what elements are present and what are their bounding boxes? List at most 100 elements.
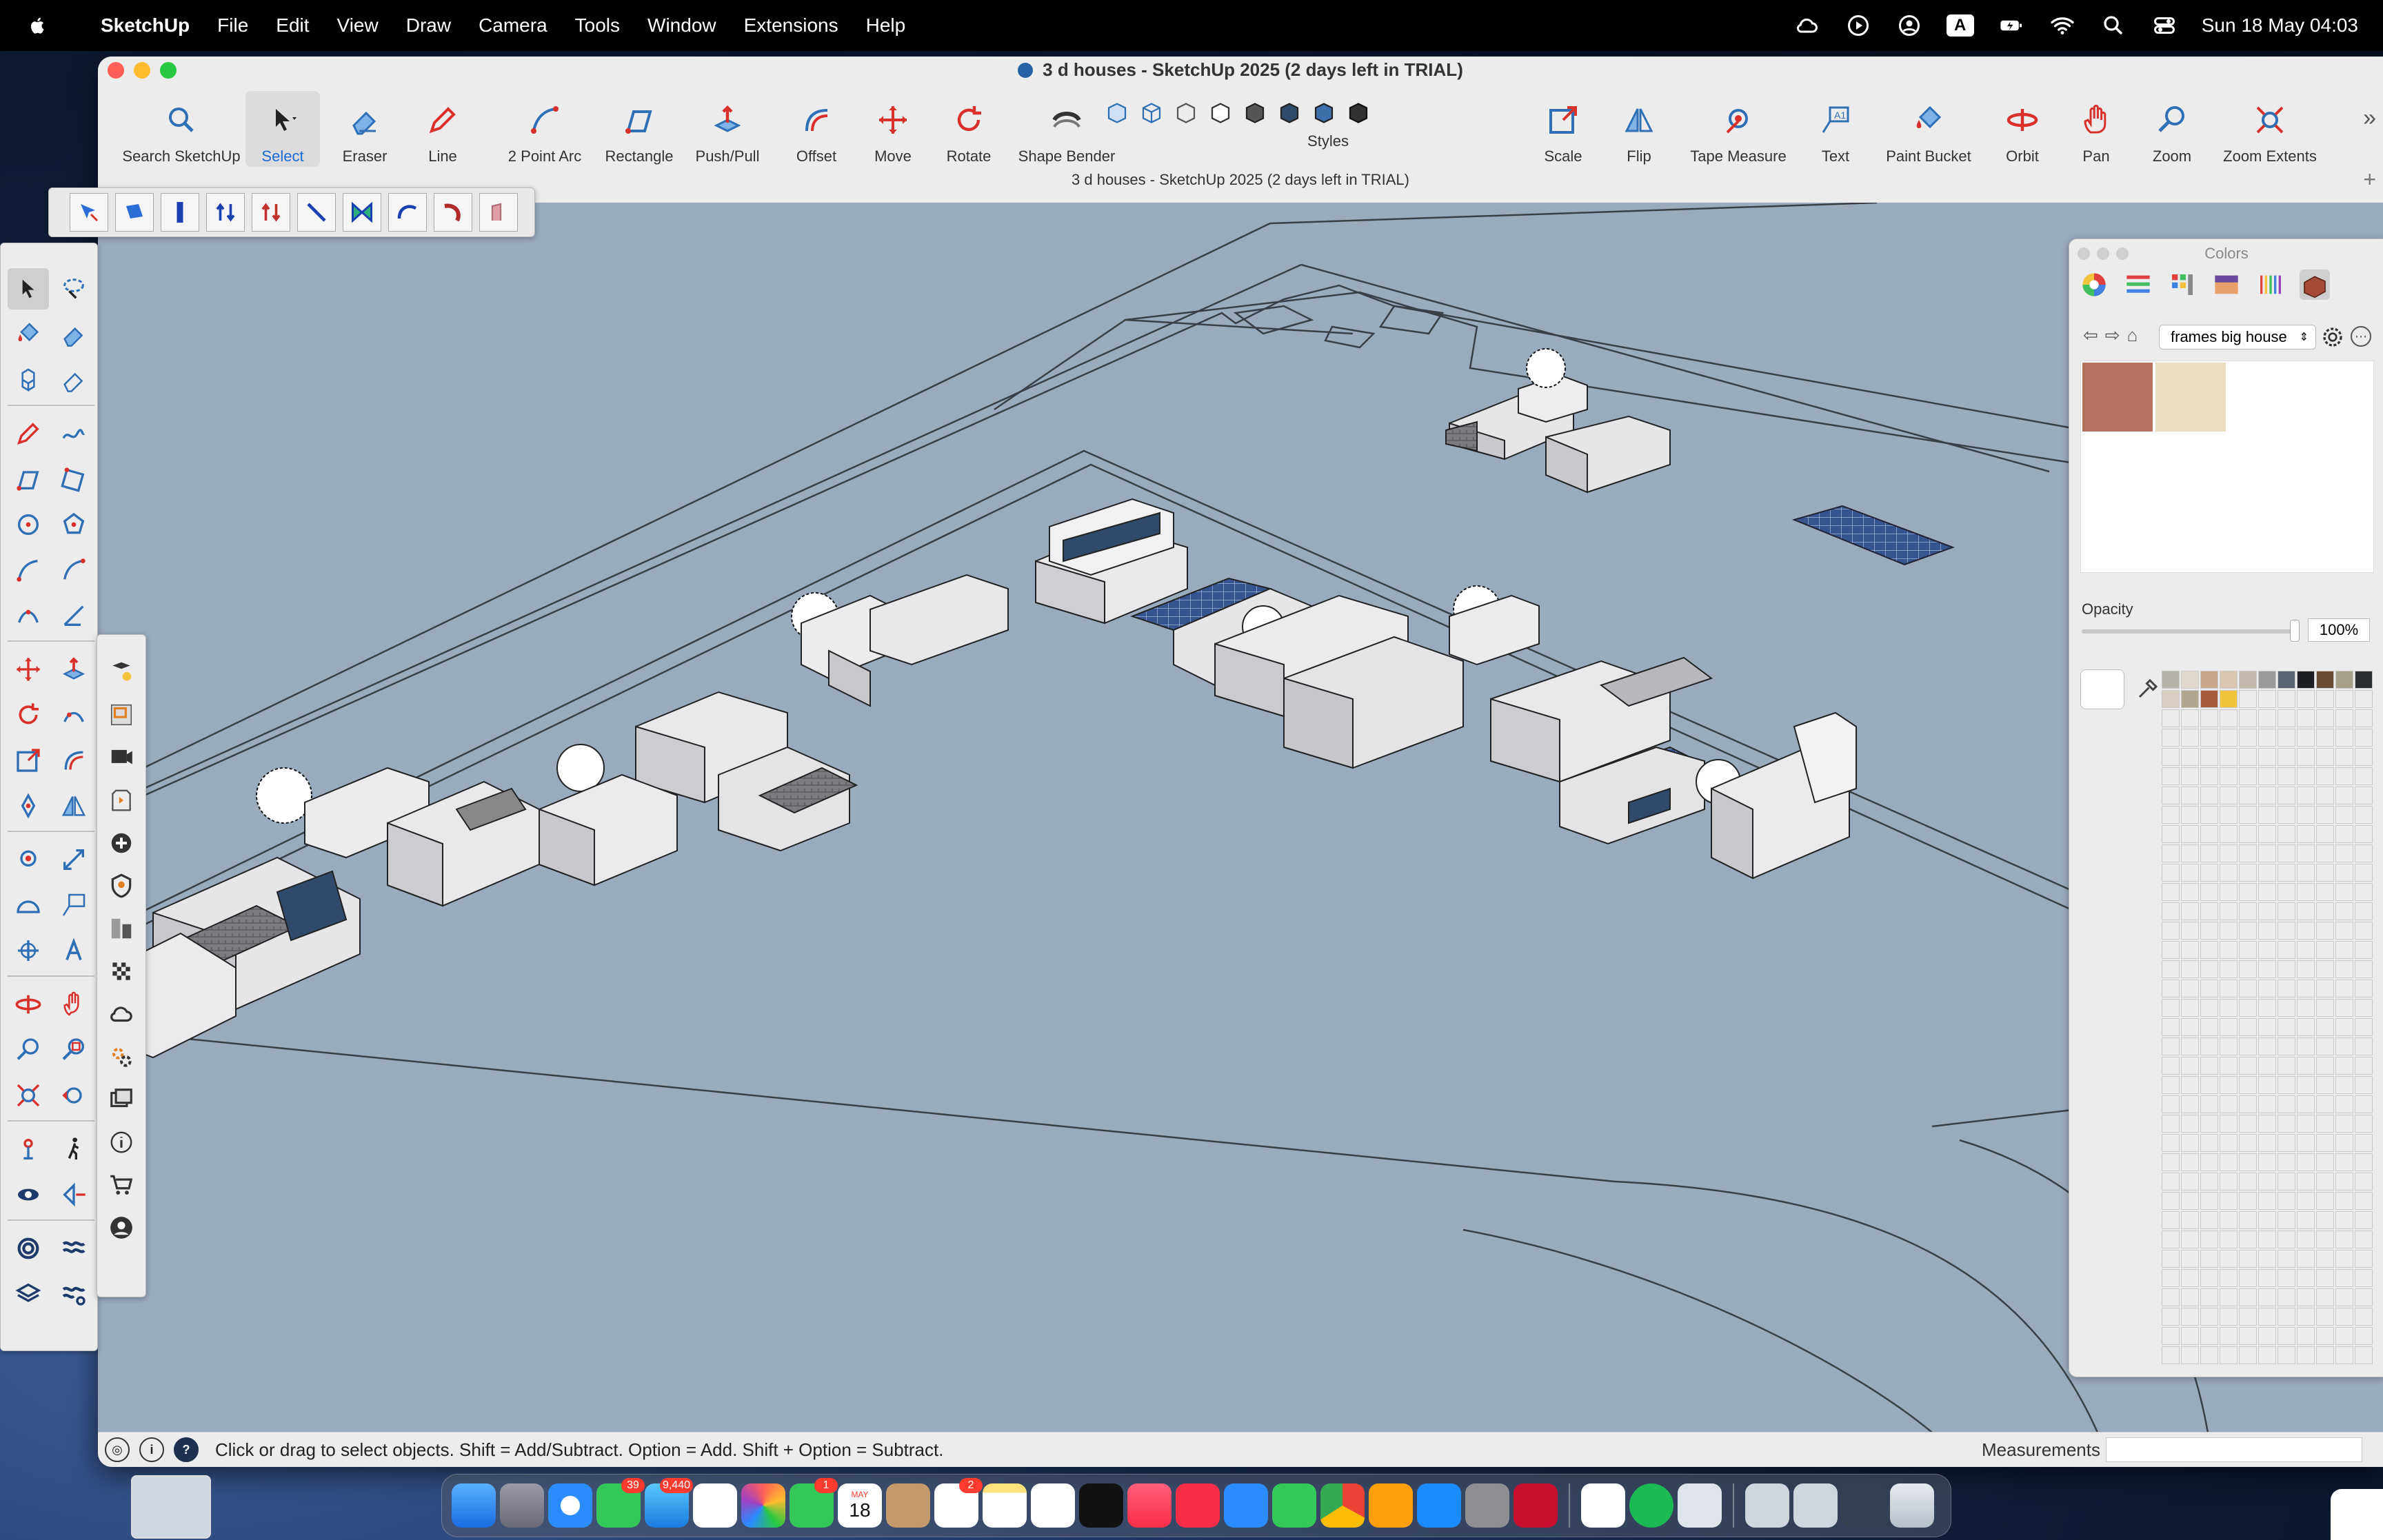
crayon-swatch[interactable]	[2355, 1250, 2373, 1268]
zoom-extents-tool-button[interactable]: Zoom Extents	[2208, 91, 2332, 167]
crayon-swatch[interactable]	[2162, 1269, 2180, 1287]
forward-arrow-icon[interactable]: ⇨	[2105, 325, 2120, 346]
menubar-clock[interactable]: Sun 18 May 04:03	[2202, 14, 2358, 37]
crayon-swatch[interactable]	[2316, 1173, 2334, 1191]
add-extension-icon[interactable]	[105, 827, 138, 860]
crayon-swatch[interactable]	[2181, 787, 2199, 804]
crayon-swatch[interactable]	[2162, 1057, 2180, 1075]
crayon-swatch[interactable]	[2297, 844, 2315, 862]
crayon-swatch[interactable]	[2220, 844, 2238, 862]
eraser-tool-button[interactable]: Eraser	[327, 91, 403, 167]
crayon-swatch[interactable]	[2316, 999, 2334, 1017]
crayon-swatch[interactable]	[2297, 1269, 2315, 1287]
crayon-swatch[interactable]	[2297, 1037, 2315, 1055]
crayon-swatch[interactable]	[2162, 1095, 2180, 1113]
crayon-swatch[interactable]	[2355, 1211, 2373, 1229]
crayon-swatch[interactable]	[2258, 1134, 2276, 1152]
crayon-swatch[interactable]	[2355, 1230, 2373, 1248]
crayon-swatch[interactable]	[2316, 1095, 2334, 1113]
crayon-swatch[interactable]	[2316, 902, 2334, 920]
crayon-swatch[interactable]	[2278, 864, 2295, 882]
crayon-swatch[interactable]	[2297, 1346, 2315, 1364]
crayon-swatch[interactable]	[2181, 729, 2199, 747]
mini-tool-diagonal-icon[interactable]	[297, 193, 336, 232]
crayon-swatch[interactable]	[2162, 922, 2180, 940]
crayon-swatch[interactable]	[2239, 767, 2257, 785]
crayon-swatch[interactable]	[2355, 1115, 2373, 1133]
crayon-swatch[interactable]	[2335, 748, 2353, 766]
crayon-swatch[interactable]	[2220, 941, 2238, 959]
crayon-swatch[interactable]	[2200, 922, 2218, 940]
palette-protractor-icon[interactable]	[8, 884, 49, 926]
apple-menu-icon[interactable]	[28, 14, 65, 37]
crayon-swatch[interactable]	[2220, 825, 2238, 843]
crayon-swatch[interactable]	[2220, 806, 2238, 824]
crayon-swatch[interactable]	[2278, 690, 2295, 708]
crayon-swatch[interactable]	[2278, 1115, 2295, 1133]
crayon-swatch[interactable]	[2162, 1134, 2180, 1152]
crayon-swatch[interactable]	[2297, 1115, 2315, 1133]
crayon-swatch[interactable]	[2316, 960, 2334, 978]
crayon-swatch[interactable]	[2162, 883, 2180, 901]
crayon-swatch[interactable]	[2162, 864, 2180, 882]
crayon-swatch[interactable]	[2278, 980, 2295, 997]
crayon-swatch[interactable]	[2181, 690, 2199, 708]
crayon-swatch[interactable]	[2355, 1153, 2373, 1171]
palette-solar-north-icon[interactable]	[8, 1228, 49, 1269]
crayon-swatch[interactable]	[2181, 999, 2199, 1017]
crayon-swatch[interactable]	[2316, 1327, 2334, 1345]
crayon-swatch[interactable]	[2220, 690, 2238, 708]
crayon-swatch[interactable]	[2278, 922, 2295, 940]
palette-sandbox-icon[interactable]	[53, 1228, 94, 1269]
crayon-swatch[interactable]	[2355, 748, 2373, 766]
crayon-swatch[interactable]	[2355, 1288, 2373, 1306]
crayon-swatch[interactable]	[2181, 806, 2199, 824]
crayon-swatch[interactable]	[2355, 806, 2373, 824]
palette-lasso-icon[interactable]	[53, 268, 94, 310]
crayon-swatch[interactable]	[2200, 1173, 2218, 1191]
crayon-swatch[interactable]	[2162, 1327, 2180, 1345]
crayon-swatch[interactable]	[2181, 941, 2199, 959]
crayon-swatch[interactable]	[2200, 1327, 2218, 1345]
crayon-swatch[interactable]	[2278, 709, 2295, 727]
crayon-swatch[interactable]	[2239, 902, 2257, 920]
crayon-swatch[interactable]	[2316, 1076, 2334, 1094]
crayon-swatch[interactable]	[2297, 941, 2315, 959]
crayon-swatch[interactable]	[2162, 941, 2180, 959]
cloud-sync-icon[interactable]	[1793, 12, 1821, 39]
crayon-swatch[interactable]	[2239, 1308, 2257, 1326]
home-icon[interactable]: ⌂	[2127, 325, 2138, 346]
help-icon[interactable]: ?	[174, 1437, 199, 1462]
crayon-swatch[interactable]	[2181, 1192, 2199, 1210]
mini-tool-curve-icon[interactable]	[388, 193, 427, 232]
crayon-swatch[interactable]	[2258, 999, 2276, 1017]
crayon-swatch[interactable]	[2355, 902, 2373, 920]
crayon-swatch[interactable]	[2278, 941, 2295, 959]
crayon-swatch[interactable]	[2355, 671, 2373, 689]
crayon-swatch[interactable]	[2220, 864, 2238, 882]
crayon-swatch[interactable]	[2355, 864, 2373, 882]
crayon-swatch[interactable]	[2162, 1037, 2180, 1055]
crayon-swatch[interactable]	[2220, 1173, 2238, 1191]
battery-icon[interactable]	[1998, 12, 2025, 39]
palette-sandbox-settings-icon[interactable]	[53, 1273, 94, 1315]
crayon-swatch[interactable]	[2278, 1308, 2295, 1326]
palette-three-point-arc-icon[interactable]	[8, 595, 49, 636]
crayon-swatch[interactable]	[2335, 864, 2353, 882]
palette-two-point-arc-icon[interactable]	[53, 549, 94, 591]
tape-measure-tool-button[interactable]: Tape Measure	[1680, 91, 1797, 167]
crayon-swatch[interactable]	[2220, 1211, 2238, 1229]
crayon-swatch[interactable]	[2297, 1308, 2315, 1326]
shaded-textures-style-icon[interactable]	[1277, 101, 1302, 125]
crayon-swatch[interactable]	[2239, 671, 2257, 689]
menu-tools[interactable]: Tools	[575, 14, 620, 37]
documents-stack-icon[interactable]	[1793, 1483, 1838, 1528]
crayon-swatch[interactable]	[2278, 1250, 2295, 1268]
crayon-swatch[interactable]	[2162, 1250, 2180, 1268]
crayon-swatch[interactable]	[2181, 1095, 2199, 1113]
crayon-swatch[interactable]	[2335, 1173, 2353, 1191]
crayon-swatch[interactable]	[2335, 690, 2353, 708]
crayon-swatch[interactable]	[2335, 1153, 2353, 1171]
crayon-swatch[interactable]	[2335, 671, 2353, 689]
crayon-swatch[interactable]	[2162, 709, 2180, 727]
